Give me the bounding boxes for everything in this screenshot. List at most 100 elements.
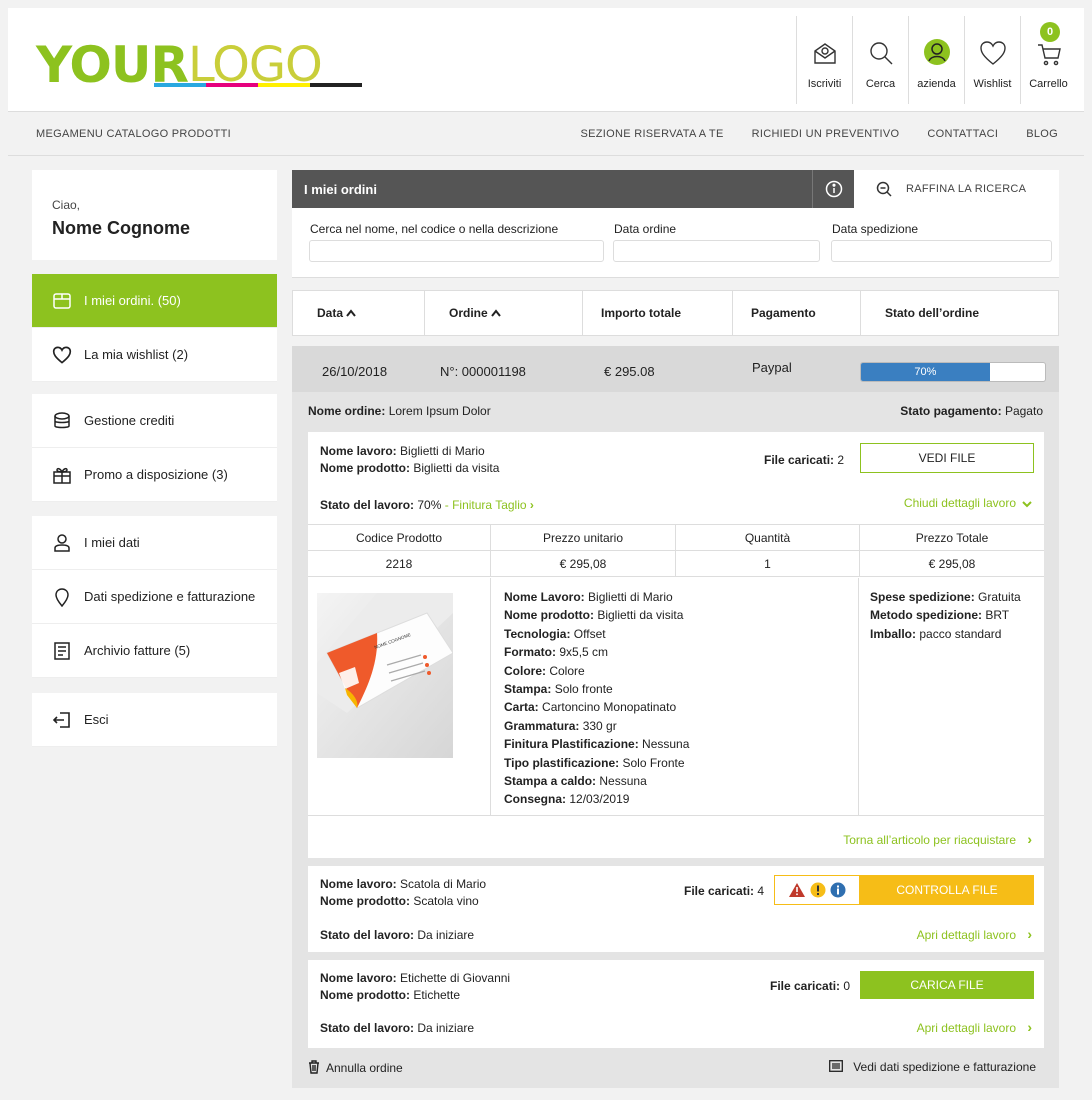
sidebar-item-label: Gestione crediti [84,413,175,428]
sidebar-item-shipping-billing[interactable]: Dati spedizione e fatturazione [32,570,277,624]
subscribe-button[interactable]: Iscriviti [796,16,852,104]
spec-value: 12/03/2019 [569,792,630,807]
job-work-value: Biglietti di Mario [400,444,485,458]
spec-value: Colore [549,663,585,678]
toggle-job-details-link[interactable]: Chiudi dettagli lavoro [904,496,1016,510]
spec-value: 9x5,5 cm [559,645,609,660]
job-status-value: 70% [417,498,442,512]
rebuy-link[interactable]: Torna all’articolo per riacquistare [843,833,1016,847]
logout-icon [52,711,70,728]
spec-value: Nessuna [599,774,647,789]
logo-bar-black [310,83,362,87]
cancel-order-label: Annulla ordine [326,1061,403,1075]
td-code: 2218 [308,551,491,576]
refine-search-button[interactable]: RAFFINA LA RICERCA [854,170,1059,208]
user-name: Nome Cognome [52,218,191,238]
site-logo[interactable]: YOUR LOGO [36,30,362,90]
job-phase-link[interactable]: Finitura Taglio [452,498,526,512]
search-button[interactable]: Cerca [852,16,908,104]
nav-link-quote[interactable]: RICHIEDI UN PREVENTIVO [752,128,900,140]
nav-link-blog[interactable]: BLOG [1026,128,1058,140]
sidebar-item-wishlist[interactable]: La mia wishlist (2) [32,328,277,382]
job-work-name: Nome lavoro: Etichette di Giovanni [320,971,510,985]
header-actions: Iscriviti Cerca azienda Wishlist 0 Carre… [796,16,1076,104]
cart-button[interactable]: 0 Carrello [1020,16,1076,104]
open-job-details-link[interactable]: Apri dettagli lavoro [917,928,1016,942]
business-card-image: NOME COGNOME [317,593,453,758]
sidebar-item-orders[interactable]: I miei ordini. (50) [32,274,277,328]
job-work-name: Nome lavoro: Scatola di Mario [320,877,486,891]
spec-key: Formato: [504,645,556,660]
order-name-value: Lorem Ipsum Dolor [388,404,491,418]
nav-link-contact[interactable]: CONTATTACI [927,128,998,140]
sidebar-item-logout[interactable]: Esci [32,693,277,747]
job-work-key: Nome lavoro: [320,971,397,985]
gift-icon [53,467,71,484]
job-product-key: Nome prodotto: [320,461,410,475]
spec-value: Cartoncino Monopatinato [542,700,677,715]
spec-key: Finitura Plastificazione: [504,737,639,752]
spec-line: Carta: Cartoncino Monopatinato [504,698,844,716]
cart-count-badge: 0 [1040,22,1060,42]
info-button[interactable] [812,170,854,208]
wishlist-button[interactable]: Wishlist [964,16,1020,104]
account-label: azienda [917,78,956,90]
spec-line: Spese spedizione: Gratuita [870,588,1042,606]
open-job-details-link[interactable]: Apri dettagli lavoro [917,1021,1016,1035]
account-button[interactable]: azienda [908,16,964,104]
spec-key: Stampa a caldo: [504,774,597,789]
spec-line: Stampa a caldo: Nessuna [504,772,844,790]
table-row: 2218 € 295,08 1 € 295,08 [308,551,1044,577]
chevron-down-icon [1022,501,1032,508]
col-date[interactable]: Data [293,291,425,335]
job-status: Stato del lavoro: Da iniziare [320,928,474,942]
search-label: Cerca [865,78,896,90]
order-summary-row[interactable]: 26/10/2018 N°: 000001198 € 295.08 Paypal… [292,346,1059,392]
list-icon [829,1060,844,1072]
order-number: N°: 000001198 [440,364,526,379]
upload-files-button[interactable]: CARICA FILE [860,971,1034,999]
ship-date-input[interactable] [831,240,1052,262]
spec-key: Grammatura: [504,718,580,733]
chevron-up-icon [491,309,501,317]
job-files-count: File caricati: 0 [770,979,850,993]
sidebar-item-credits[interactable]: Gestione crediti [32,394,277,448]
spec-line: Colore: Colore [504,662,844,680]
job-product-name: Nome prodotto: Etichette [320,988,460,1002]
spec-value: BRT [985,608,1010,623]
col-order-label: Ordine [449,306,488,320]
product-table: Codice Prodotto Prezzo unitario Quantità… [308,524,1044,577]
sidebar-item-invoices[interactable]: Archivio fatture (5) [32,624,277,678]
order-date-label: Data ordine [614,222,677,236]
heart-icon [52,346,72,364]
order-name: Nome ordine: Lorem Ipsum Dolor [308,404,491,418]
file-alerts[interactable] [774,875,860,905]
order-payment: Paypal [752,360,792,375]
cancel-order-button[interactable]: Annulla ordine [308,1060,403,1075]
check-files-button[interactable]: CONTROLLA FILE [860,875,1034,905]
shipping-data-button[interactable]: Vedi dati spedizione e fatturazione [829,1060,1036,1074]
sidebar-item-label: I miei dati [84,535,140,550]
view-files-button[interactable]: VEDI FILE [860,443,1034,473]
sidebar-item-promo[interactable]: Promo a disposizione (3) [32,448,277,502]
spec-key: Nome Lavoro: [504,590,585,604]
megamenu-link[interactable]: MEGAMENU CATALOGO PRODOTTI [36,128,231,140]
error-icon [810,882,826,898]
col-payment: Pagamento [733,291,861,335]
nav-link-reserved[interactable]: SEZIONE RISERVATA A TE [580,128,723,140]
order-filters: Cerca nel nome, nel codice o nella descr… [292,208,1059,278]
user-greeting-card: Ciao, Nome Cognome [32,170,277,260]
sidebar-item-label: Promo a disposizione (3) [84,467,228,482]
order-card: 26/10/2018 N°: 000001198 € 295.08 Paypal… [292,346,1059,1088]
cart-icon [1037,44,1061,66]
payment-status-key: Stato pagamento: [900,404,1002,418]
location-icon [55,587,69,607]
coins-icon [54,411,70,428]
col-order[interactable]: Ordine [425,291,583,335]
search-filter-input[interactable] [309,240,604,262]
spec-value: Biglietti di Mario [588,590,673,604]
sidebar-item-my-data[interactable]: I miei dati [32,516,277,570]
order-date-input[interactable] [613,240,820,262]
sidebar-item-label: Esci [84,712,109,727]
job-work-key: Nome lavoro: [320,444,397,458]
